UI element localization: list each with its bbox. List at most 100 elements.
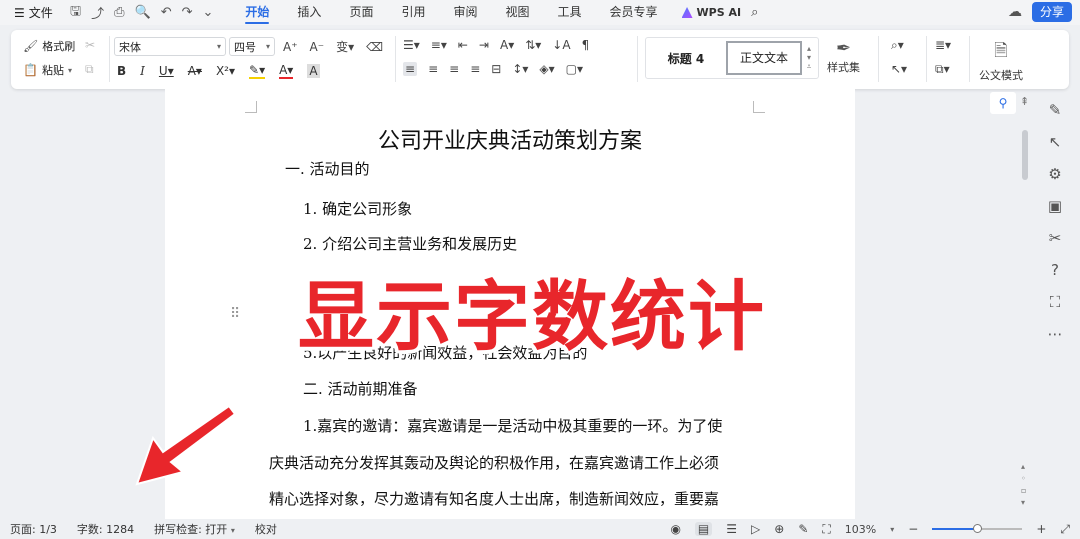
zoom-slider-handle[interactable] [973, 524, 983, 533]
style-set-button[interactable]: ✒ 样式集 [827, 38, 860, 75]
scroll-box-icon[interactable]: ▫ [1021, 486, 1026, 495]
highlight-icon[interactable]: ✎▾ [249, 63, 266, 79]
web-view-icon[interactable]: ⊕ [774, 522, 784, 536]
shading-icon[interactable]: ◈▾ [539, 62, 554, 76]
gallery-more-icon[interactable]: ⩡ [807, 62, 812, 72]
write-mode-icon[interactable]: ✎ [798, 522, 808, 536]
arrange-icon[interactable]: ⧉▾ [935, 62, 950, 77]
tab-start[interactable]: 开始 [231, 0, 283, 25]
wps-ai-button[interactable]: WPS AI [672, 6, 752, 19]
text-direction-icon[interactable]: A▾ [500, 38, 514, 52]
underline-icon[interactable]: U▾ [159, 64, 174, 78]
copy-icon[interactable]: ⧉ [85, 62, 94, 77]
style-body-text[interactable]: 正文文本 [726, 41, 802, 75]
tab-tools[interactable]: 工具 [544, 0, 596, 25]
help-icon[interactable]: ? [1051, 261, 1059, 279]
distribute-icon[interactable]: ⊟ [491, 62, 501, 76]
style-heading-4[interactable]: 标题 4 [646, 50, 726, 67]
strikethrough-icon[interactable]: A▾ [188, 64, 202, 78]
sort-icon[interactable]: ⇅▾ [525, 38, 541, 52]
text-tools-icon[interactable]: ≣▾ [935, 38, 951, 52]
location-pin-icon[interactable]: ⚲ [990, 92, 1016, 114]
format-painter-icon: 🖌 [23, 39, 39, 53]
official-mode-button[interactable]: 🗎 公文模式 [979, 38, 1023, 83]
zoom-in-icon[interactable]: + [1036, 522, 1046, 536]
image-edit-icon[interactable]: ▣ [1048, 197, 1062, 215]
cloud-sync-icon[interactable]: ☁ [1008, 4, 1022, 20]
eye-protect-icon[interactable]: ◉ [670, 522, 680, 536]
tab-review[interactable]: 审阅 [439, 0, 491, 25]
drag-handle-icon[interactable]: ⠿ [230, 306, 240, 322]
fit-page-icon[interactable]: ⛶ [822, 522, 830, 537]
zoom-out-icon[interactable]: − [908, 522, 918, 536]
shirt-icon[interactable]: ⛶ [1050, 293, 1061, 311]
page-view-icon[interactable]: ▤ [694, 522, 713, 536]
more-icon[interactable]: ⋯ [1048, 325, 1063, 343]
more-chevron-icon[interactable]: ⌄ [203, 5, 214, 20]
tab-view[interactable]: 视图 [491, 0, 543, 25]
superscript-icon[interactable]: X²▾ [216, 64, 235, 78]
page-indicator[interactable]: 页面: 1/3 [0, 521, 67, 537]
play-icon[interactable]: ▷ [751, 522, 760, 536]
sort-az-icon[interactable]: ↓A [552, 38, 570, 52]
font-name-select[interactable]: 宋体 ▾ [114, 37, 226, 56]
decrease-indent-icon[interactable]: ⇤ [458, 38, 468, 52]
border-icon[interactable]: ▢▾ [566, 62, 583, 76]
cut-icon[interactable]: ✂ [85, 38, 95, 52]
gallery-down-icon[interactable]: ▾ [807, 53, 811, 62]
pen-icon[interactable]: ✎ [1049, 101, 1062, 119]
tab-page[interactable]: 页面 [335, 0, 387, 25]
tab-reference[interactable]: 引用 [387, 0, 439, 25]
vertical-scrollbar[interactable] [1022, 130, 1028, 180]
char-shading-icon[interactable]: A [307, 64, 320, 78]
paste-button[interactable]: 📋 粘贴 ▾ [23, 62, 72, 78]
save-icon[interactable]: 🖫 [70, 2, 81, 24]
redo-icon[interactable]: ↷ [182, 5, 193, 20]
undo-icon[interactable]: ↶ [161, 5, 172, 20]
file-menu[interactable]: ☰ 文件 [0, 4, 60, 21]
fullscreen-icon[interactable]: ⤢ [1060, 522, 1070, 537]
font-color-icon[interactable]: A▾ [279, 63, 294, 79]
tab-insert[interactable]: 插入 [283, 0, 335, 25]
align-right-icon[interactable]: ≡ [449, 62, 459, 76]
justify-icon[interactable]: ≡ [470, 62, 480, 76]
bold-icon[interactable]: B [117, 64, 126, 78]
tab-member[interactable]: 会员专享 [596, 0, 672, 25]
print-preview-icon[interactable]: 🔍 [135, 5, 151, 20]
share-button[interactable]: 分享 [1031, 2, 1072, 22]
gallery-up-icon[interactable]: ▴ [807, 44, 811, 53]
print-icon[interactable]: ⎙ [114, 5, 124, 20]
search-icon[interactable]: ⌕ [751, 5, 758, 20]
spell-check-toggle[interactable]: 拼写检查: 打开 ▾ [144, 521, 245, 537]
tools-icon[interactable]: ✂ [1049, 229, 1062, 247]
select-icon[interactable]: ↖▾ [891, 62, 907, 76]
show-marks-icon[interactable]: ¶ [582, 38, 590, 52]
collapse-icon[interactable]: ⇞ [1020, 95, 1029, 108]
font-shrink-icon[interactable]: A⁻ [310, 40, 325, 54]
scroll-next-icon[interactable]: ▾ [1021, 498, 1026, 507]
zoom-slider[interactable] [932, 524, 1023, 533]
pointer-icon[interactable]: ↖ [1049, 133, 1062, 151]
find-icon[interactable]: ⌕▾ [891, 38, 904, 53]
proofread-button[interactable]: 校对 [245, 521, 287, 537]
clear-format-icon[interactable]: ⌫ [366, 40, 383, 54]
font-size-select[interactable]: 四号 ▾ [229, 37, 275, 56]
scroll-prev-icon[interactable]: ▴ [1021, 462, 1026, 471]
font-grow-icon[interactable]: A⁺ [283, 40, 298, 54]
align-center-icon[interactable]: ≡ [428, 62, 438, 76]
share-link-icon[interactable]: ⤴ [91, 3, 104, 22]
align-left-icon[interactable]: ≡ [403, 62, 418, 76]
format-painter-button[interactable]: 🖌 格式刷 [23, 38, 75, 54]
zoom-level[interactable]: 103% [845, 523, 876, 536]
word-count[interactable]: 字数: 1284 [67, 521, 144, 537]
italic-icon[interactable]: I [140, 64, 145, 78]
outline-view-icon[interactable]: ☰ [726, 522, 737, 536]
phonetic-icon[interactable]: 变▾ [336, 38, 354, 55]
numbered-list-icon[interactable]: ≡▾ [431, 38, 447, 52]
bullet-list-icon[interactable]: ☰▾ [403, 38, 420, 52]
increase-indent-icon[interactable]: ⇥ [479, 38, 489, 52]
line-spacing-icon[interactable]: ↕▾ [512, 62, 528, 76]
chevron-down-icon[interactable]: ▾ [890, 525, 894, 534]
scroll-page-icon[interactable]: ◦ [1021, 474, 1026, 483]
sliders-icon[interactable]: ⚙ [1048, 165, 1061, 183]
